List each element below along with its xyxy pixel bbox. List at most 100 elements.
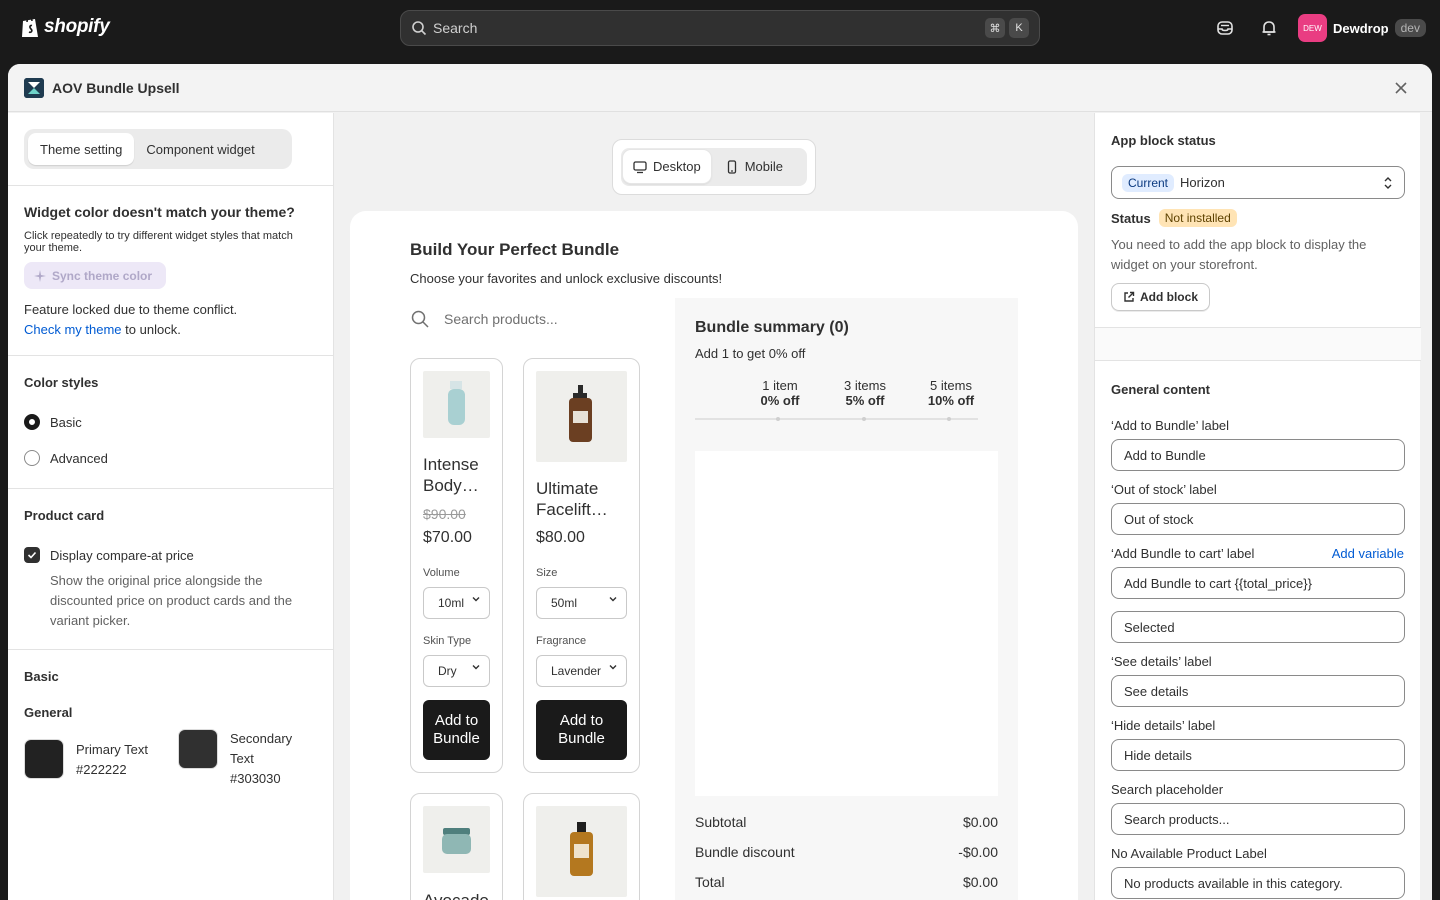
option-label: Size — [536, 567, 558, 579]
tier-discount: 10% off — [927, 393, 975, 408]
discount-tier: 5 items 10% off — [908, 378, 994, 408]
out-of-stock-label-input[interactable]: Out of stock — [1111, 503, 1405, 535]
add-variable-link[interactable]: Add variable — [1332, 546, 1404, 561]
app-block-status-title: App block status — [1111, 133, 1216, 148]
desktop-toggle-button[interactable]: Desktop — [623, 150, 711, 183]
status-row: Status Not installed — [1111, 209, 1237, 227]
search-placeholder-input[interactable]: Search products... — [1111, 803, 1405, 835]
mismatch-title: Widget color doesn't match your theme? — [24, 204, 295, 220]
option-label: Volume — [423, 567, 460, 579]
divider — [1095, 360, 1421, 361]
compare-price-checkbox-row[interactable]: Display compare-at price — [24, 547, 194, 563]
select-value: 10ml — [438, 596, 465, 610]
total-row: Total $0.00 — [695, 874, 998, 890]
hide-details-label-input[interactable]: Hide details — [1111, 739, 1405, 771]
secondary-text-swatch[interactable]: Secondary Text #303030 — [178, 729, 300, 789]
radio-button[interactable] — [24, 414, 40, 430]
status-help: You need to add the app block to display… — [1111, 237, 1367, 272]
tier-qty: 1 item — [762, 378, 798, 393]
user-menu[interactable]: DEW Dewdrop dev — [1298, 14, 1426, 42]
add-bundle-cart-label-input[interactable]: Add Bundle to cart {{total_price}} — [1111, 567, 1405, 599]
inbox-icon[interactable] — [1215, 18, 1235, 38]
app-logo-icon — [24, 77, 44, 98]
content-settings-panel: App block status Current Horizon Status … — [1094, 113, 1421, 900]
widget-preview: Build Your Perfect Bundle Choose your fa… — [350, 211, 1078, 900]
divider — [8, 185, 334, 186]
product-card[interactable]: Avocado — [410, 793, 503, 900]
add-to-bundle-button[interactable]: Add to Bundle — [536, 700, 627, 760]
swatch-value: #222222 — [76, 762, 127, 777]
field-label: ‘Out of stock’ label — [1111, 482, 1217, 497]
add-block-label: Add block — [1139, 290, 1198, 304]
primary-text-swatch[interactable]: Primary Text #222222 — [24, 739, 148, 780]
field-label: ‘See details’ label — [1111, 654, 1212, 669]
product-name-line: Intense — [423, 455, 479, 474]
device-toggle-group: Desktop Mobile — [621, 148, 807, 186]
theme-name: Horizon — [1180, 175, 1225, 190]
chevron-down-icon — [609, 665, 617, 670]
variant-select[interactable]: Lavender — [536, 655, 627, 687]
dev-badge: dev — [1394, 19, 1426, 37]
color-styles-title: Color styles — [24, 375, 99, 390]
product-image[interactable] — [423, 371, 490, 438]
locked-text: Feature locked due to theme conflict. — [24, 302, 238, 317]
global-search-input[interactable]: Search ⌘ K — [400, 10, 1040, 46]
product-name-line: Ultimate — [536, 479, 599, 498]
field-label: ‘Hide details’ label — [1111, 718, 1216, 733]
radio-advanced[interactable]: Advanced — [24, 450, 108, 466]
product-image[interactable] — [536, 806, 627, 897]
option-label: Fragrance — [536, 635, 587, 647]
variant-select[interactable]: 10ml — [423, 587, 490, 619]
no-product-label-input[interactable]: No products available in this category. — [1111, 867, 1405, 899]
shopify-logo[interactable]: shopify — [20, 15, 110, 39]
product-price: $80.00 — [536, 529, 585, 546]
close-icon[interactable] — [1392, 79, 1410, 97]
swatch-label: Secondary Text — [230, 731, 293, 766]
product-card[interactable]: Intense Body… $90.00 $70.00 Volume 10ml … — [410, 358, 503, 773]
add-block-button[interactable]: Add block — [1111, 283, 1210, 311]
add-to-bundle-label-input[interactable]: Add to Bundle — [1111, 439, 1405, 471]
tier-qty: 5 items — [930, 378, 972, 393]
selected-label-input[interactable]: Selected — [1111, 611, 1405, 643]
sync-theme-color-button[interactable]: Sync theme color — [24, 262, 166, 289]
variant-select[interactable]: 50ml — [536, 587, 627, 619]
selected-items-area — [695, 451, 998, 796]
color-swatch[interactable] — [24, 739, 64, 779]
summary-title: Bundle summary (0) — [695, 319, 849, 336]
variant-select[interactable]: Dry — [423, 655, 490, 687]
tier-discount: 5% off — [845, 393, 885, 408]
select-value: Lavender — [551, 664, 602, 678]
divider — [8, 649, 334, 650]
radio-button[interactable] — [24, 450, 40, 466]
checkbox[interactable] — [24, 547, 40, 563]
check-my-theme-link[interactable]: Check my theme — [24, 322, 122, 337]
see-details-label-input[interactable]: See details — [1111, 675, 1405, 707]
theme-select[interactable]: Current Horizon — [1111, 166, 1405, 199]
search-icon — [412, 21, 427, 36]
swatch-label: Primary Text — [76, 742, 148, 757]
app-modal: AOV Bundle Upsell Theme setting Componen… — [8, 64, 1432, 900]
check-theme-line: Check my theme to unlock. — [24, 322, 181, 337]
row-label: Bundle discount — [695, 844, 795, 860]
button-label-line: Add to — [559, 712, 604, 729]
product-image[interactable] — [536, 371, 627, 462]
mobile-toggle-button[interactable]: Mobile — [715, 150, 793, 183]
product-image[interactable] — [423, 806, 490, 873]
product-name: Ultimate Facelift… — [536, 478, 608, 520]
add-to-bundle-button[interactable]: Add to Bundle — [423, 700, 490, 760]
radio-basic[interactable]: Basic — [24, 414, 82, 430]
swatch-value: #303030 — [230, 771, 281, 786]
store-name: Dewdrop — [1333, 20, 1389, 36]
bell-icon[interactable] — [1259, 18, 1279, 38]
color-swatch[interactable] — [178, 729, 218, 769]
mobile-label: Mobile — [744, 159, 783, 174]
tab-component-widget[interactable]: Component widget — [134, 133, 266, 165]
tab-theme-setting[interactable]: Theme setting — [28, 133, 135, 165]
product-search-input[interactable]: Search products... — [410, 309, 558, 329]
device-toggle: Desktop Mobile — [612, 139, 816, 195]
product-card[interactable] — [523, 793, 640, 900]
product-name-line: Facelift… — [536, 500, 608, 519]
tier-progress-track — [695, 418, 978, 420]
product-card[interactable]: Ultimate Facelift… $80.00 Size 50ml Frag… — [523, 358, 640, 773]
row-label: Total — [695, 874, 725, 890]
